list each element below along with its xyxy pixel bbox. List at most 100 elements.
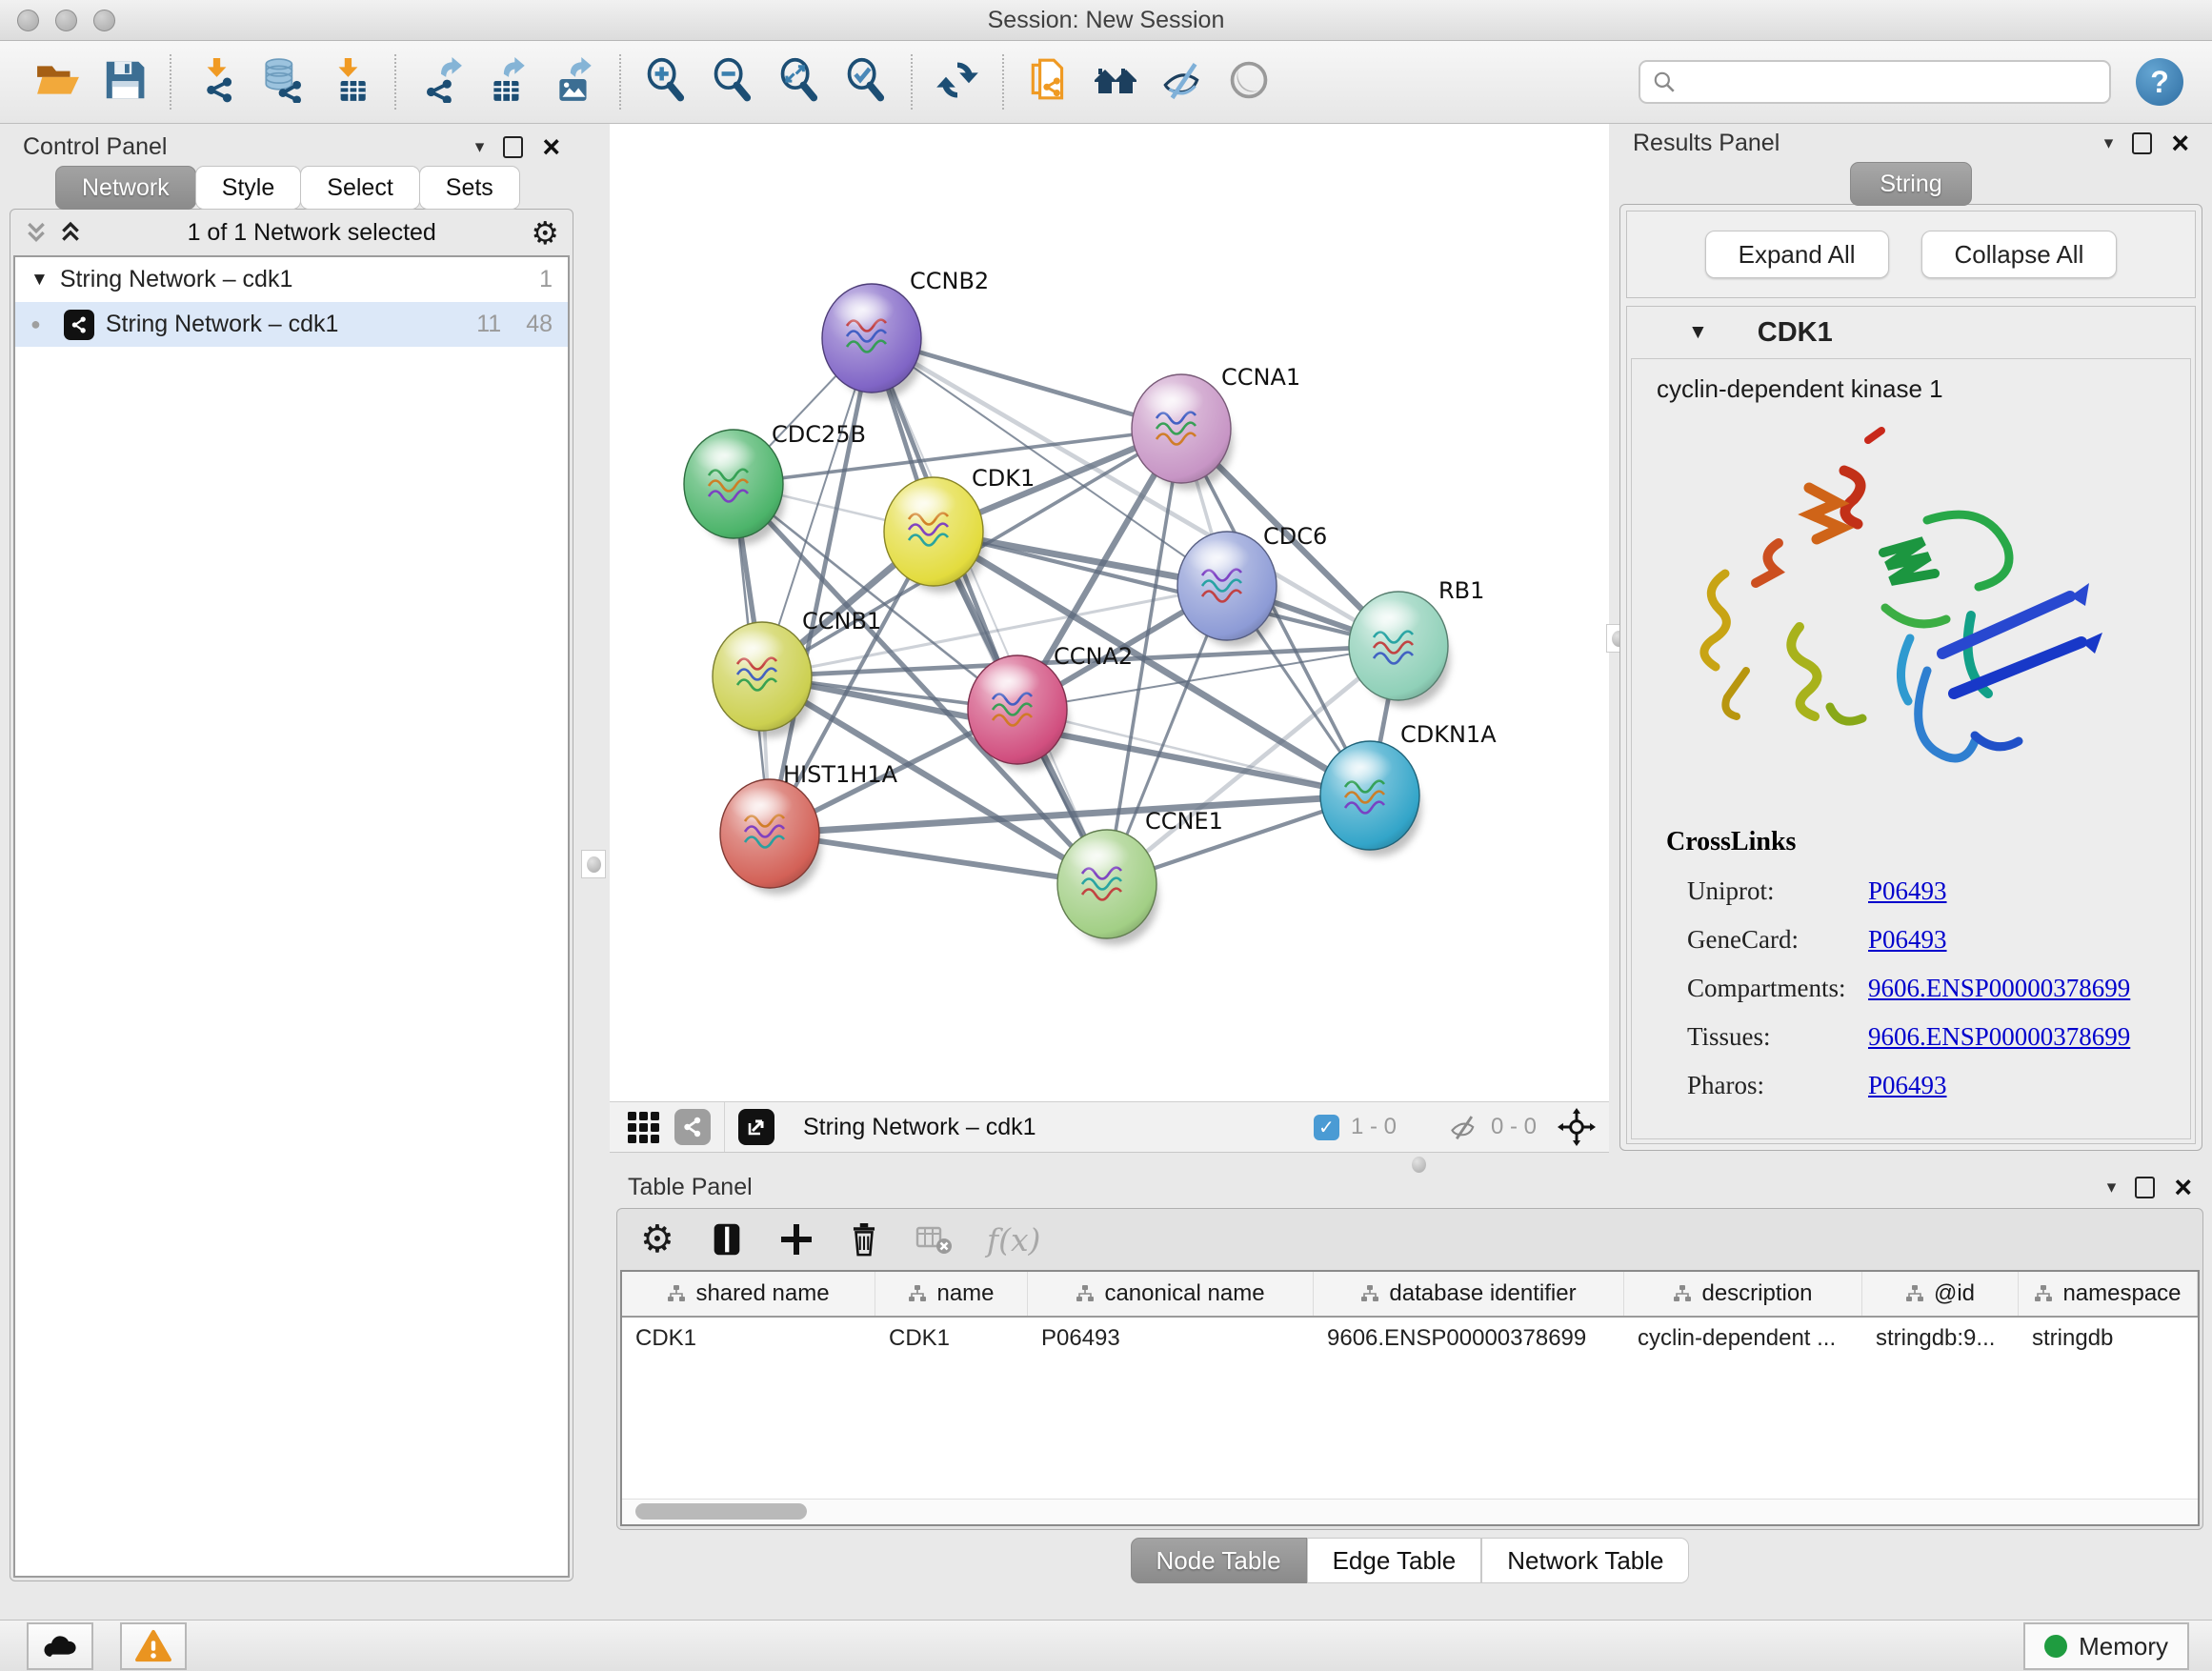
refresh-view-button[interactable] [924, 50, 991, 113]
memory-button[interactable]: Memory [2023, 1622, 2189, 1670]
cell-id[interactable]: stringdb:9... [1862, 1325, 2019, 1352]
column-header-namespace[interactable]: namespace [2019, 1272, 2198, 1316]
panel-float-icon[interactable] [503, 136, 523, 158]
delete-column-button[interactable] [848, 1220, 880, 1258]
string-network-view[interactable]: CCNB2CCNA1CDC25BCDK1CDC6RB1CCNB1CCNA2CDK… [610, 124, 1609, 1101]
hide-selected-button[interactable] [1149, 50, 1216, 113]
results-panel-header: Results Panel ▾ × [1619, 124, 2202, 162]
network-canvas[interactable]: CCNB2CCNA1CDC25BCDK1CDC6RB1CCNB1CCNA2CDK… [610, 124, 1609, 1101]
detach-view-button[interactable] [738, 1109, 774, 1145]
crosslinks-title: CrossLinks [1666, 827, 2190, 857]
minimize-window-icon[interactable] [55, 10, 77, 31]
grid-view-button[interactable] [625, 1109, 661, 1145]
panel-close-icon[interactable]: × [542, 137, 560, 156]
tab-string[interactable]: String [1850, 162, 1971, 206]
tab-edge-table[interactable]: Edge Table [1307, 1538, 1482, 1583]
import-network-file-button[interactable] [183, 50, 250, 113]
selected-checkbox-icon[interactable]: ✓ [1314, 1115, 1339, 1140]
table-row[interactable]: CDK1 CDK1 P06493 9606.ENSP00000378699 cy… [622, 1318, 2198, 1359]
search-input[interactable] [1684, 68, 2109, 96]
table-settings-gear-icon[interactable]: ⚙ [640, 1218, 674, 1261]
memory-status-dot-icon [2044, 1635, 2067, 1658]
help-button[interactable]: ? [2136, 58, 2183, 106]
current-network-bullet-icon: ● [30, 314, 41, 334]
cloud-status-button[interactable] [27, 1622, 93, 1670]
import-network-database-button[interactable] [250, 50, 316, 113]
export-table-button[interactable] [474, 50, 541, 113]
scrollbar-thumb[interactable] [635, 1503, 807, 1520]
export-image-button[interactable] [541, 50, 608, 113]
title-bar: Session: New Session [0, 0, 2212, 41]
warning-icon [135, 1629, 171, 1663]
table-horizontal-scrollbar[interactable] [622, 1499, 2198, 1524]
gear-icon[interactable]: ⚙ [531, 214, 559, 252]
panel-close-icon[interactable]: × [2171, 133, 2189, 152]
show-all-button[interactable] [1216, 50, 1282, 113]
share-icon [681, 1116, 704, 1138]
crosslink-tissues-link[interactable]: 9606.ENSP00000378699 [1868, 1022, 2190, 1052]
search-box[interactable] [1639, 60, 2111, 104]
panel-menu-icon[interactable]: ▾ [2104, 132, 2114, 154]
section-expand-icon[interactable]: ▼ [1688, 321, 1708, 344]
tab-style[interactable]: Style [195, 166, 302, 210]
zoom-out-button[interactable] [699, 50, 766, 113]
crosslink-uniprot-link[interactable]: P06493 [1868, 876, 2190, 906]
zoom-selected-button[interactable] [833, 50, 899, 113]
tab-network-table[interactable]: Network Table [1481, 1538, 1689, 1583]
cell-canonical-name[interactable]: P06493 [1028, 1325, 1314, 1352]
tab-select[interactable]: Select [300, 166, 419, 210]
network-view-title: String Network – cdk1 [803, 1114, 1036, 1141]
birds-eye-view-button[interactable] [674, 1109, 711, 1145]
pan-mode-button[interactable] [1558, 1108, 1596, 1146]
cell-description[interactable]: cyclin-dependent ... [1624, 1325, 1862, 1352]
panel-menu-icon[interactable]: ▾ [2107, 1177, 2117, 1198]
window-controls[interactable] [17, 10, 115, 31]
home-networks-button[interactable] [1082, 50, 1149, 113]
column-header-name[interactable]: name [875, 1272, 1028, 1316]
control-panel: Control Panel ▾ × Network Style Select S… [10, 128, 573, 1581]
gene-section-header[interactable]: ▼ CDK1 [1627, 307, 2195, 358]
left-splitter-handle[interactable] [581, 850, 606, 878]
warnings-button[interactable] [120, 1622, 187, 1670]
collection-expand-icon[interactable]: ▼ [30, 270, 49, 291]
crosslink-pharos-link[interactable]: P06493 [1868, 1071, 2190, 1100]
panel-float-icon[interactable] [2132, 132, 2152, 154]
export-network-button[interactable] [408, 50, 474, 113]
column-header-shared-name[interactable]: shared name [622, 1272, 875, 1316]
close-window-icon[interactable] [17, 10, 39, 31]
crosslink-compartments-link[interactable]: 9606.ENSP00000378699 [1868, 974, 2190, 1003]
floppy-disk-icon [102, 57, 148, 108]
zoom-in-button[interactable] [633, 50, 699, 113]
export-network-icon [418, 57, 464, 108]
tab-network[interactable]: Network [55, 166, 196, 210]
zoom-window-icon[interactable] [93, 10, 115, 31]
import-table-button[interactable] [316, 50, 383, 113]
tab-node-table[interactable]: Node Table [1131, 1538, 1307, 1583]
tab-sets[interactable]: Sets [419, 166, 520, 210]
column-header-canonical-name[interactable]: canonical name [1028, 1272, 1314, 1316]
save-session-button[interactable] [91, 50, 158, 113]
collapse-all-button[interactable]: Collapse All [1921, 231, 2118, 278]
panel-float-icon[interactable] [2135, 1177, 2155, 1198]
stringapp-query-button[interactable] [1016, 50, 1082, 113]
crosslink-genecard-link[interactable]: P06493 [1868, 925, 2190, 955]
show-columns-button[interactable] [709, 1220, 745, 1258]
cell-namespace[interactable]: stringdb [2019, 1325, 2198, 1352]
column-header-id[interactable]: @id [1862, 1272, 2019, 1316]
cell-name[interactable]: CDK1 [875, 1325, 1028, 1352]
network-panel: 1 of 1 Network selected ⚙ ▼ String Netwo… [10, 209, 573, 1581]
cell-shared-name[interactable]: CDK1 [622, 1325, 875, 1352]
fit-content-button[interactable] [766, 50, 833, 113]
expand-all-button[interactable]: Expand All [1705, 231, 1889, 278]
add-column-button[interactable] [779, 1222, 814, 1257]
panel-close-icon[interactable]: × [2174, 1178, 2192, 1197]
collapse-all-icon[interactable] [24, 219, 49, 246]
panel-menu-icon[interactable]: ▾ [475, 136, 485, 158]
cell-database-identifier[interactable]: 9606.ENSP00000378699 [1314, 1325, 1624, 1352]
column-header-description[interactable]: description [1624, 1272, 1862, 1316]
open-session-button[interactable] [25, 50, 91, 113]
network-collection-row[interactable]: ▼ String Network – cdk1 1 [15, 257, 568, 302]
network-row[interactable]: ● String Network – cdk1 11 48 [15, 302, 568, 347]
column-header-database-identifier[interactable]: database identifier [1314, 1272, 1624, 1316]
expand-all-icon[interactable] [58, 219, 83, 246]
